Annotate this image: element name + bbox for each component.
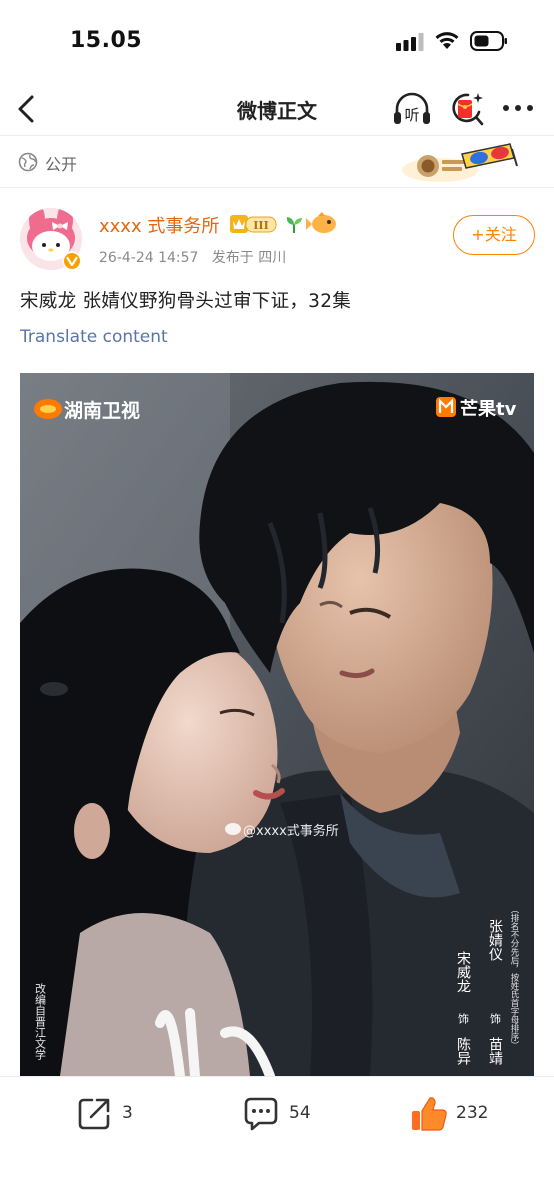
drama-poster-illustration: 湖南卫视 芒果tv @xxxx式事务所 宋威龙 张婧仪 饰 饰 陈异 苗靖 （排… [20, 373, 534, 1076]
wifi-icon [435, 32, 459, 49]
share-count: 3 [122, 1103, 133, 1123]
comment-count: 54 [289, 1103, 311, 1123]
listen-label: 听 [404, 106, 419, 124]
follow-button[interactable]: +关注 [453, 215, 535, 255]
more-options-icon[interactable] [500, 98, 536, 118]
author-name[interactable]: xxxx 式事务所 [99, 212, 219, 238]
headphones-listen-icon[interactable]: 听 [392, 90, 432, 128]
user-badges: III [230, 212, 336, 233]
share-icon [78, 1098, 110, 1130]
3d-glasses-promo-icon[interactable] [400, 140, 518, 184]
sprout-icon [286, 217, 302, 233]
fish-emoji-icon [306, 212, 336, 233]
mango-tv-logo: 芒果tv [436, 397, 517, 420]
watermark-text: @xxxx式事务所 [243, 823, 339, 839]
credit-character-2: 苗靖 [487, 1037, 503, 1065]
post-image[interactable]: 湖南卫视 芒果tv @xxxx式事务所 宋威龙 张婧仪 饰 饰 陈异 苗靖 （排… [20, 373, 534, 1076]
comment-icon [244, 1097, 278, 1131]
post-location: 发布于 四川 [211, 250, 287, 266]
channel-left-text: 湖南卫视 [64, 399, 140, 422]
credit-actor-2: 张婧仪 [487, 919, 503, 961]
status-bar: 15.05 [0, 0, 554, 84]
credit-role-2: 饰 [489, 1012, 502, 1024]
like-count: 232 [456, 1103, 489, 1123]
cellular-signal-icon [396, 33, 424, 51]
status-time: 15.05 [70, 28, 143, 53]
visibility-label: 公开 [45, 155, 78, 174]
red-packet-search-icon[interactable] [448, 90, 486, 128]
battery-icon [470, 31, 507, 51]
globe-icon [18, 152, 38, 172]
credit-actor-1: 宋威龙 [455, 951, 471, 993]
bottom-action-bar: 3 54 232 [0, 1076, 554, 1200]
credit-character-1: 陈异 [455, 1036, 471, 1065]
like-button[interactable]: 232 [410, 1095, 500, 1135]
member-level-icon: III [230, 215, 277, 233]
credit-note: （排名不分先后，按姓氏首字母排序） [509, 905, 519, 1050]
member-level-text: III [253, 219, 268, 232]
channel-right-text: 芒果tv [460, 398, 517, 420]
visibility-row: 公开 [0, 136, 554, 188]
post-text: 宋威龙 张婧仪野狗骨头过审下证，32集 [20, 291, 352, 312]
post-timestamp: 26-4-24 14:57 [99, 250, 199, 266]
share-button[interactable]: 3 [77, 1095, 147, 1135]
credit-role-1: 饰 [457, 1012, 470, 1024]
adapted-from-text: 改编自晋江文学 [34, 982, 47, 1060]
comment-button[interactable]: 54 [243, 1095, 323, 1135]
post-meta: 26-4-24 14:57 发布于 四川 [99, 247, 286, 267]
hunan-tv-logo: 湖南卫视 [34, 399, 140, 422]
thumbs-up-icon [412, 1097, 447, 1131]
nav-bar: 微博正文 听 [0, 84, 554, 136]
verified-badge-icon [62, 251, 82, 271]
weibo-watermark: @xxxx式事务所 [225, 823, 339, 839]
translate-link[interactable]: Translate content [20, 327, 168, 347]
